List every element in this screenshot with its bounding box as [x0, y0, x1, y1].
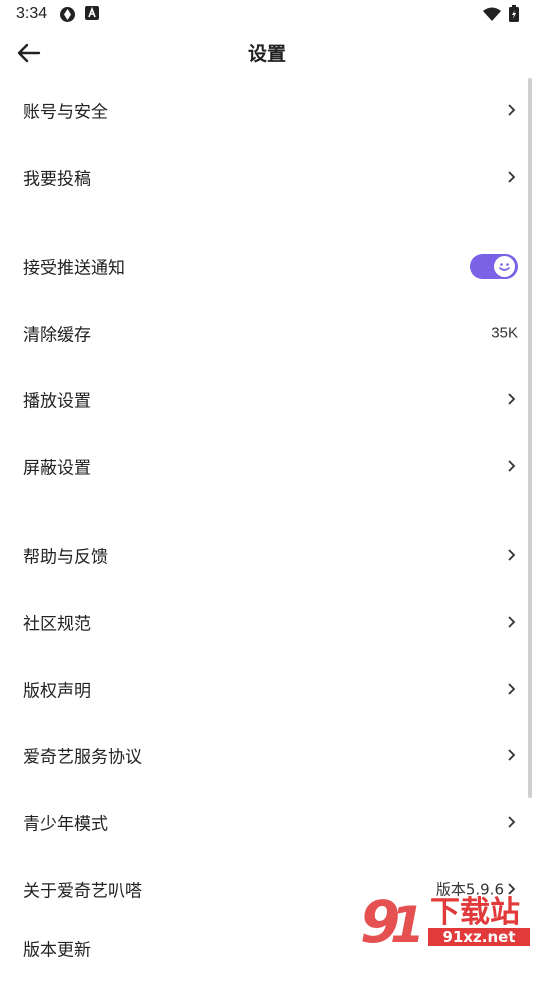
svg-text:91xz.net: 91xz.net	[442, 928, 515, 946]
chevron-right-icon	[508, 749, 516, 761]
chevron-right-icon	[508, 683, 516, 695]
settings-item-label: 版权声明	[23, 681, 91, 702]
settings-item-submit[interactable]: 我要投稿	[0, 144, 534, 210]
wifi-icon	[483, 7, 501, 21]
settings-item-community-rules[interactable]: 社区规范	[0, 589, 534, 655]
settings-item-push-notifications: 接受推送通知	[0, 233, 534, 299]
settings-item-label: 社区规范	[23, 614, 91, 635]
settings-item-playback[interactable]: 播放设置	[0, 366, 534, 432]
page-title: 设置	[247, 43, 286, 65]
chevron-right-icon	[508, 171, 516, 183]
status-time: 3:34	[16, 5, 48, 22]
chevron-right-icon	[508, 460, 516, 472]
chevron-right-icon	[508, 816, 516, 828]
cache-size-value: 35K	[491, 324, 518, 342]
settings-item-label: 屏蔽设置	[23, 458, 91, 479]
settings-item-copyright[interactable]: 版权声明	[0, 656, 534, 722]
svg-text:1: 1	[390, 896, 425, 950]
battery-icon	[509, 5, 519, 22]
settings-item-account-security[interactable]: 账号与安全	[0, 77, 534, 143]
app-bar: 设置	[0, 28, 534, 76]
settings-item-label: 爱奇艺服务协议	[23, 747, 142, 768]
settings-item-clear-cache[interactable]: 清除缓存 35K	[0, 300, 534, 366]
svg-text:下载站: 下载站	[430, 895, 520, 930]
toggle-knob	[494, 256, 515, 277]
settings-item-label: 我要投稿	[23, 169, 91, 190]
settings-item-help-feedback[interactable]: 帮助与反馈	[0, 522, 534, 588]
chevron-right-icon	[508, 616, 516, 628]
chevron-right-icon	[508, 104, 516, 116]
smiley-icon	[499, 263, 510, 271]
settings-item-label: 账号与安全	[23, 102, 108, 123]
settings-item-label: 播放设置	[23, 391, 91, 412]
settings-item-label: 青少年模式	[23, 814, 108, 835]
status-bar: 3:34	[0, 0, 534, 28]
app-notification-icon	[85, 6, 99, 20]
settings-item-label: 帮助与反馈	[23, 547, 108, 568]
settings-item-service-agreement[interactable]: 爱奇艺服务协议	[0, 722, 534, 788]
settings-item-label: 接受推送通知	[23, 258, 125, 279]
scrollbar[interactable]	[528, 78, 532, 798]
settings-item-label: 清除缓存	[23, 325, 91, 346]
push-notification-toggle[interactable]	[470, 254, 518, 279]
watermark-logo: 9 1 下载站 91xz.net	[360, 888, 530, 950]
settings-item-label: 版本更新	[23, 940, 91, 961]
chevron-right-icon	[508, 549, 516, 561]
settings-item-block[interactable]: 屏蔽设置	[0, 433, 534, 499]
sync-icon	[60, 7, 75, 22]
settings-item-teen-mode[interactable]: 青少年模式	[0, 789, 534, 855]
settings-item-label: 关于爱奇艺叭嗒	[23, 881, 142, 902]
chevron-right-icon	[508, 393, 516, 405]
